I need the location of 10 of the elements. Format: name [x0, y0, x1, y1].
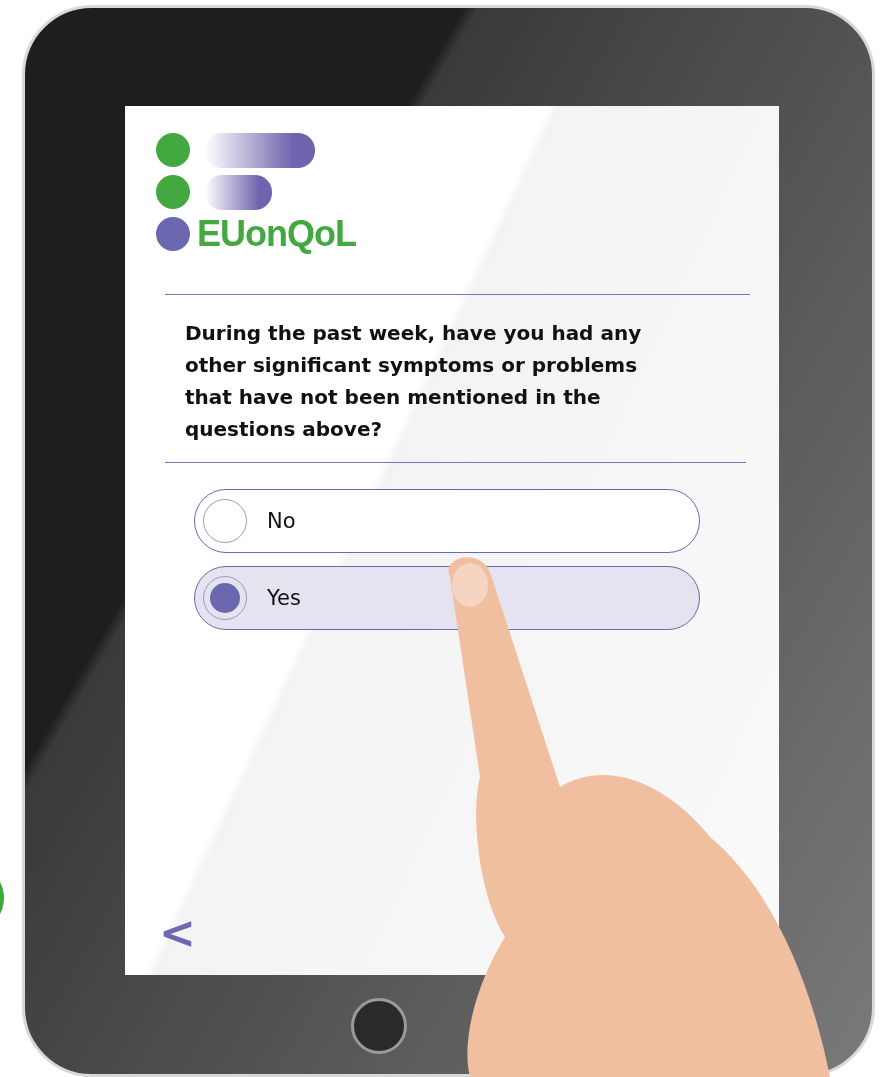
- answer-option[interactable]: Yes: [194, 566, 700, 630]
- logo-text: EUonQoL: [197, 213, 356, 255]
- back-button[interactable]: <: [159, 911, 196, 955]
- option-label: No: [267, 509, 296, 533]
- home-button[interactable]: [351, 998, 407, 1054]
- radio-selected-icon: [203, 576, 247, 620]
- question-text: During the past week, have you had any other significant symptoms or problems that have not been mentioned in the questions above?: [185, 320, 643, 443]
- radio-icon: [203, 499, 247, 543]
- option-label: Yes: [267, 586, 301, 610]
- answer-option[interactable]: No: [194, 489, 700, 553]
